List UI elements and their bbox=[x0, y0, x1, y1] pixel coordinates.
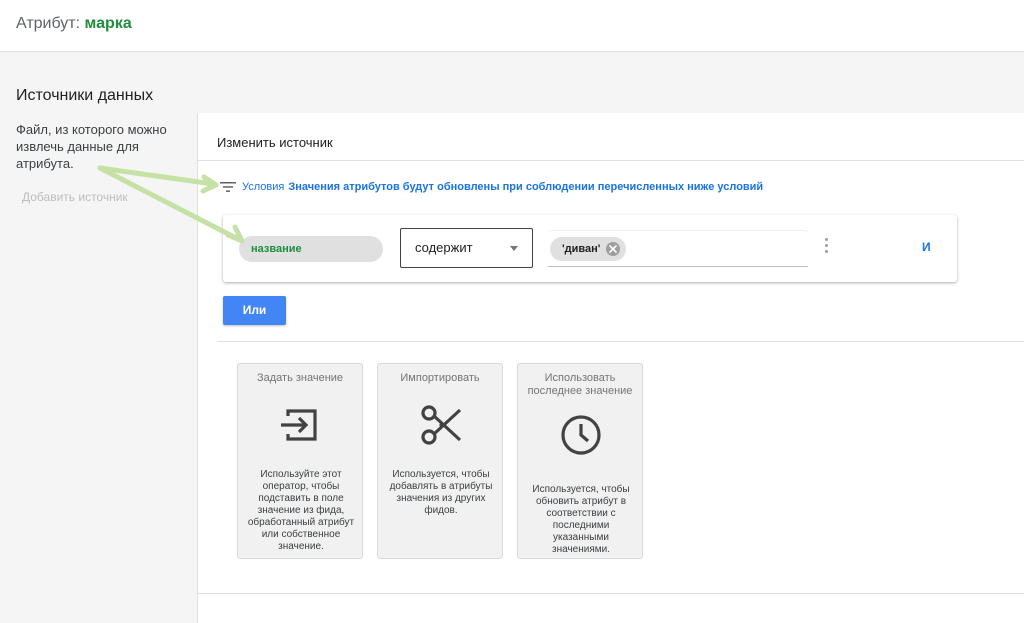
card-description: Используется, чтобы добавлять в атрибуты… bbox=[389, 469, 493, 516]
top-bar: Атрибут: марка bbox=[0, 0, 1024, 52]
scissors-icon bbox=[421, 405, 462, 445]
conditions-description: Значения атрибутов будут обновлены при с… bbox=[288, 181, 764, 193]
value-chip[interactable]: 'диван' bbox=[550, 237, 627, 261]
or-button[interactable]: Или bbox=[223, 296, 286, 325]
title-prefix: Атрибут: bbox=[16, 15, 81, 32]
edit-source-panel: Изменить источник Условия Значения атриб… bbox=[197, 113, 1024, 623]
divider bbox=[198, 593, 1024, 594]
value-input[interactable]: 'диван' bbox=[548, 230, 808, 267]
add-source-button[interactable]: Добавить источник bbox=[22, 190, 128, 204]
operator-value: содержит bbox=[415, 240, 473, 255]
page-title: Атрибут: марка bbox=[16, 15, 132, 33]
operator-select[interactable]: содержит bbox=[400, 228, 533, 268]
more-options-icon[interactable] bbox=[823, 238, 829, 258]
filter-icon bbox=[220, 182, 236, 192]
use-last-value-card[interactable]: Использовать последнее значение Использу… bbox=[517, 363, 643, 559]
card-title: Задать значение bbox=[256, 372, 344, 384]
conditions-label: Условия bbox=[242, 181, 285, 193]
and-button[interactable]: И bbox=[922, 240, 931, 254]
clock-icon bbox=[561, 415, 601, 455]
card-description: Используется, чтобы обновить атрибут в с… bbox=[532, 484, 630, 555]
input-arrow-icon bbox=[281, 409, 317, 441]
import-card[interactable]: Импортировать Используется, чтобы добавл… bbox=[377, 363, 503, 559]
card-description: Используйте этот оператор, чтобы подстав… bbox=[247, 469, 355, 552]
panel-heading: Изменить источник bbox=[217, 135, 333, 150]
sidebar-description: Файл, из которого можно извлечь данные д… bbox=[16, 122, 167, 171]
attribute-name: марка bbox=[84, 15, 132, 32]
set-value-card[interactable]: Задать значение Используйте этот операто… bbox=[237, 363, 363, 559]
condition-row: название содержит 'диван' И bbox=[223, 215, 957, 282]
value-chip-label: 'диван' bbox=[562, 243, 601, 255]
card-title: Использовать последнее значение bbox=[527, 372, 633, 397]
condition-field-chip[interactable]: название bbox=[239, 236, 383, 262]
dropdown-caret-icon bbox=[510, 246, 518, 251]
divider bbox=[198, 160, 1024, 161]
sidebar-title: Источники данных bbox=[16, 87, 154, 104]
card-title: Импортировать bbox=[400, 372, 480, 384]
conditions-line[interactable]: Условия Значения атрибутов будут обновле… bbox=[220, 181, 763, 193]
divider bbox=[217, 341, 1024, 342]
close-icon bbox=[609, 245, 618, 253]
remove-chip-icon[interactable] bbox=[606, 242, 621, 256]
